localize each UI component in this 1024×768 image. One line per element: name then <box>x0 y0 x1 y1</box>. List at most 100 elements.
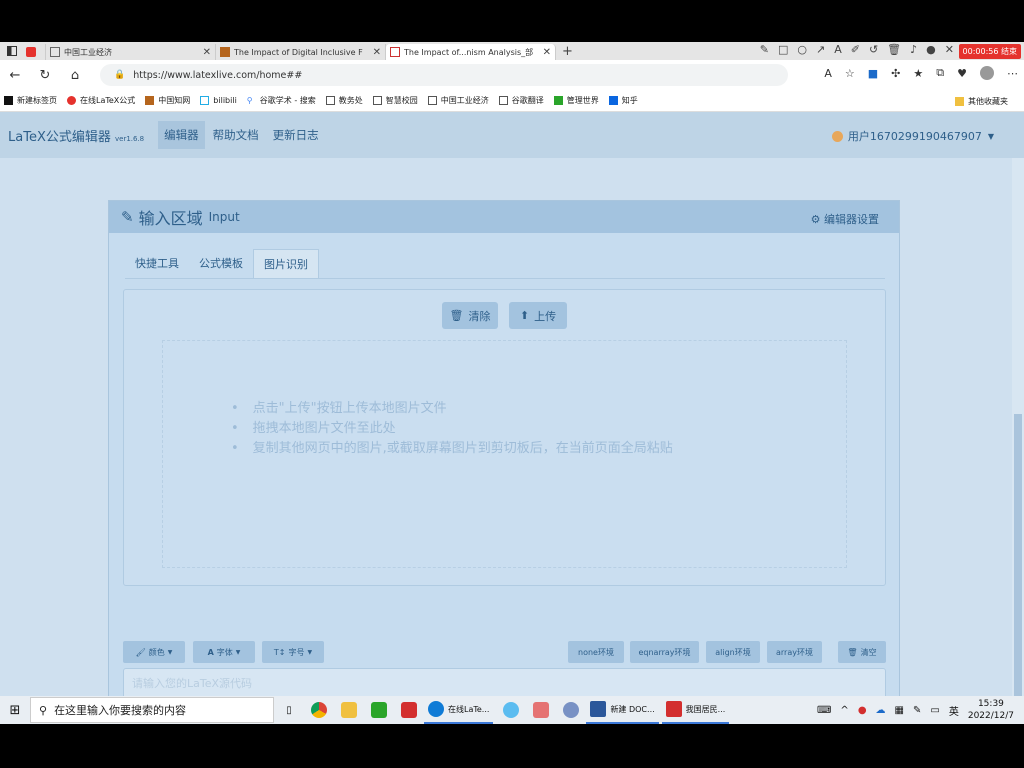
browser-icon[interactable] <box>496 696 526 724</box>
taskbar-search[interactable]: ⚲ 在这里输入你要搜索的内容 <box>30 697 274 723</box>
chevron-up-icon[interactable]: ^ <box>840 705 848 716</box>
bookmark-label: 中国工业经济 <box>440 96 489 105</box>
arrow-icon[interactable]: ↗ <box>816 43 825 56</box>
health-icon[interactable]: ♥ <box>957 67 967 80</box>
tab-quick-tools[interactable]: 快捷工具 <box>125 249 189 278</box>
display-icon[interactable]: ▭ <box>930 705 939 716</box>
nav-help[interactable]: 帮助文档 <box>207 121 265 149</box>
size-dropdown[interactable]: T↕ 字号 ▼ <box>262 641 324 663</box>
tab-actions-icon[interactable] <box>5 44 19 58</box>
extension-icon[interactable]: ■ <box>868 67 878 80</box>
microphone-icon[interactable]: ● <box>926 43 936 56</box>
color-dropdown[interactable]: 🖌 颜色 ▼ <box>123 641 185 663</box>
r-icon[interactable] <box>556 696 586 724</box>
clock[interactable]: 15:39 2022/12/7 <box>968 698 1014 722</box>
close-icon[interactable]: ✕ <box>543 47 551 58</box>
env-array-button[interactable]: array环境 <box>767 641 822 663</box>
taskbar-app-edge[interactable]: 在线LaTe... <box>424 696 494 724</box>
favorites-icon[interactable]: ★ <box>913 67 923 80</box>
refresh-icon[interactable]: ↻ <box>30 68 60 83</box>
tab-templates[interactable]: 公式模板 <box>189 249 253 278</box>
bookmark-label: 在线LaTeX公式 <box>80 96 136 105</box>
task-view-icon[interactable]: ▯ <box>274 696 304 724</box>
puzzle-icon[interactable]: ✣ <box>891 67 900 80</box>
bookmark-item[interactable]: 管理世界 <box>553 95 599 106</box>
caret-down-icon: ▼ <box>987 131 994 141</box>
speaker-icon[interactable]: ♪ <box>910 43 917 56</box>
url-field[interactable]: 🔒 https://www.latexlive.com/home## <box>100 64 788 86</box>
brand[interactable]: LaTeX公式编辑器 ver1.6.8 <box>8 126 144 145</box>
env-align-button[interactable]: align环境 <box>706 641 760 663</box>
taskbar-app-word[interactable]: 新建 DOC... <box>586 696 659 724</box>
user-menu[interactable]: 用户1670299190467907 ▼ <box>831 128 994 144</box>
font-dropdown[interactable]: A 字体 ▼ <box>193 641 255 663</box>
bookmark-item[interactable]: 知乎 <box>608 95 638 106</box>
editor-settings-button[interactable]: ⚙ 编辑器设置 <box>811 211 879 227</box>
panel-title: 输入区域 <box>138 209 203 228</box>
scrollbar-thumb[interactable] <box>1014 414 1022 724</box>
browser-tab[interactable]: The Impact of Digital Inclusive F ✕ <box>216 44 386 60</box>
text-icon[interactable]: A <box>834 43 842 56</box>
taskbar-app-wps[interactable]: 我国居民... <box>661 696 730 724</box>
collections-icon[interactable]: ⧉ <box>936 66 944 80</box>
tab-image-recognition[interactable]: 图片识别 <box>253 249 319 278</box>
bookmark-item[interactable]: 谷歌翻译 <box>498 95 544 106</box>
bookmark-label: 智慧校园 <box>385 96 418 105</box>
image-dropzone[interactable]: 点击"上传"按钮上传本地图片文件 拖拽本地图片文件至此处 复制其他网页中的图片,… <box>162 340 847 568</box>
app-red-icon[interactable] <box>394 696 424 724</box>
file-explorer-icon[interactable] <box>334 696 364 724</box>
panel-subtitle: Input <box>208 210 240 224</box>
clear-all-button[interactable]: 🗑 清空 <box>838 641 886 663</box>
pen-icon[interactable]: ✎ <box>913 705 921 716</box>
bookmark-item[interactable]: 中国知网 <box>145 95 190 106</box>
app-icon[interactable] <box>526 696 556 724</box>
bookmark-item[interactable]: 智慧校园 <box>372 95 418 106</box>
favorite-add-icon[interactable]: ☆ <box>845 67 855 80</box>
bookmark-item[interactable]: ⚲ 谷歌学术 - 搜索 <box>247 95 316 106</box>
page-scrollbar[interactable] <box>1012 158 1024 724</box>
undo-icon[interactable]: ↺ <box>869 43 878 56</box>
input-method-icon[interactable]: ⌨ <box>817 705 831 716</box>
back-icon[interactable]: ← <box>0 68 30 83</box>
read-aloud-icon[interactable]: A <box>824 67 832 80</box>
bookmark-item[interactable]: 教务处 <box>325 95 363 106</box>
close-icon[interactable]: ✕ <box>945 43 954 56</box>
upload-button[interactable]: ⬆ 上传 <box>509 302 567 329</box>
circle-icon[interactable]: ○ <box>797 43 807 56</box>
clear-button[interactable]: 🗑 清除 <box>442 302 498 329</box>
bookmark-item[interactable]: bilibili <box>200 96 237 105</box>
chrome-icon[interactable] <box>304 696 334 724</box>
page-icon <box>427 96 437 105</box>
highlighter-icon[interactable]: ✐ <box>851 43 860 56</box>
pinned-tab-latexlive[interactable] <box>22 44 46 60</box>
delete-icon[interactable]: 🗑 <box>887 43 901 56</box>
close-icon[interactable]: ✕ <box>203 47 211 58</box>
browser-tab[interactable]: 中国工业经济 ✕ <box>46 44 216 60</box>
bookmark-item[interactable]: 新建标签页 <box>4 95 57 106</box>
bookmark-item[interactable]: 中国工业经济 <box>427 95 489 106</box>
nav-editor[interactable]: 编辑器 <box>158 121 205 149</box>
tray-app-icon[interactable]: ● <box>858 705 867 716</box>
env-eqnarray-button[interactable]: eqnarray环境 <box>630 641 699 663</box>
caret-down-icon: ▼ <box>167 648 173 656</box>
bookmark-icon <box>67 96 76 105</box>
browser-tab-active[interactable]: The Impact of...nism Analysis_部 ✕ <box>386 44 556 60</box>
app-green-icon[interactable] <box>364 696 394 724</box>
rectangle-icon[interactable]: □ <box>778 43 788 56</box>
new-tab-icon[interactable]: + <box>562 44 573 59</box>
more-icon[interactable]: ⋯ <box>1007 67 1018 80</box>
bookmark-label: 谷歌学术 - 搜索 <box>259 96 316 105</box>
cloud-icon[interactable]: ☁ <box>876 705 886 716</box>
pen-icon[interactable]: ✎ <box>760 43 769 56</box>
other-bookmarks[interactable]: 其他收藏夹 <box>955 96 1008 107</box>
recording-badge[interactable]: 00:00:56 结束 <box>958 44 1021 59</box>
home-icon[interactable]: ⌂ <box>60 68 90 83</box>
network-icon[interactable]: ▦ <box>895 705 904 716</box>
bookmark-item[interactable]: 在线LaTeX公式 <box>67 95 135 106</box>
nav-changelog[interactable]: 更新日志 <box>267 121 325 149</box>
ime-icon[interactable]: 英 <box>949 703 959 718</box>
windows-start-icon[interactable]: ⊞ <box>0 703 30 718</box>
close-icon[interactable]: ✕ <box>373 47 381 58</box>
profile-avatar[interactable] <box>980 66 994 80</box>
env-none-button[interactable]: none环境 <box>568 641 624 663</box>
